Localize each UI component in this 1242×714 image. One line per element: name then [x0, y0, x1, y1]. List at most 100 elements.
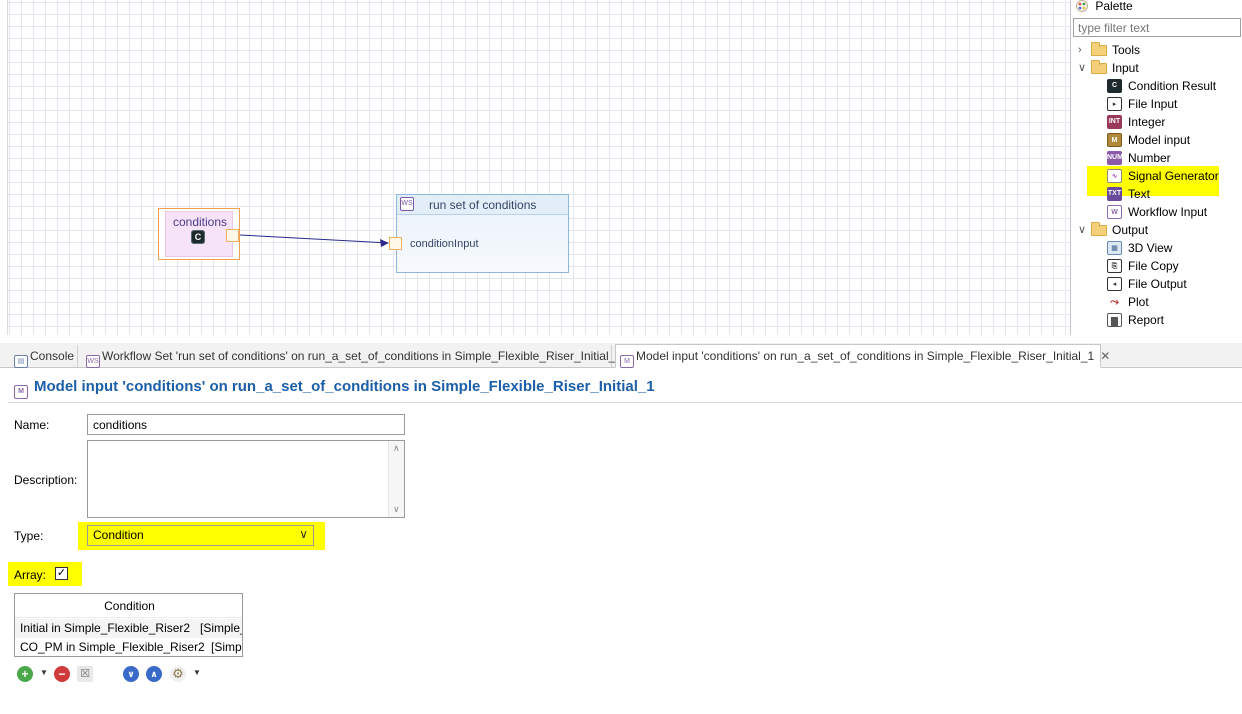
folder-icon — [1091, 42, 1107, 56]
tab-label: Console — [30, 349, 75, 363]
palette-item-label: Workflow Input — [1128, 205, 1208, 219]
folder-icon — [1091, 222, 1107, 236]
title-divider — [8, 402, 1242, 403]
conditions-input-node[interactable]: conditions C — [158, 208, 240, 260]
tab-console[interactable]: ▤ Console — [10, 345, 78, 368]
palette-item-file-copy[interactable]: ⎘ File Copy — [1072, 257, 1242, 275]
canvas-left-ruler — [0, 0, 8, 335]
array-checkbox[interactable]: ✓ — [55, 567, 68, 580]
palette-item-label: Number — [1128, 151, 1171, 165]
palette-icon — [1076, 0, 1088, 12]
palette-item-plot[interactable]: ⤳ Plot — [1072, 293, 1242, 311]
page-title: M Model input 'conditions' on run_a_set_o… — [14, 378, 655, 399]
integer-icon: INT — [1107, 115, 1122, 129]
workflow-canvas[interactable]: conditions C WS run set of conditions co… — [0, 0, 1071, 335]
palette-item-number[interactable]: NUM Number — [1072, 149, 1242, 167]
gear-icon[interactable]: ⚙ — [170, 666, 186, 682]
file-output-icon: ◂ — [1107, 277, 1122, 291]
model-input-icon: M — [620, 355, 634, 368]
text-icon: TXT — [1107, 187, 1122, 201]
scroll-up-icon[interactable]: ∧ — [393, 443, 400, 454]
chevron-down-icon[interactable]: ∨ — [1078, 59, 1088, 77]
palette-item-3d-view[interactable]: ▦ 3D View — [1072, 239, 1242, 257]
connection-line — [239, 234, 389, 247]
condition-input-port[interactable] — [389, 237, 402, 250]
description-scrollbar[interactable]: ∧ ∨ — [388, 441, 404, 517]
workflow-node-title: run set of conditions — [429, 198, 537, 212]
palette-item-integer[interactable]: INT Integer — [1072, 113, 1242, 131]
scroll-down-icon[interactable]: ∨ — [393, 504, 400, 515]
name-label: Name: — [14, 418, 50, 432]
model-input-icon: M — [1107, 133, 1122, 147]
palette-item-label: Plot — [1128, 295, 1149, 309]
conditions-output-port[interactable] — [226, 229, 239, 242]
palette-folder-output[interactable]: ∨ Output — [1072, 221, 1242, 239]
description-label: Description: — [14, 473, 78, 487]
workflow-set-icon: WS — [400, 197, 414, 211]
move-down-button[interactable]: ∨ — [123, 666, 139, 682]
conditions-node-title: conditions — [172, 215, 228, 229]
palette-item-report[interactable]: ▇ Report — [1072, 311, 1242, 329]
table-cell-name: Initial in Simple_Flexible_Riser2 — [20, 621, 191, 635]
add-button[interactable]: + — [17, 666, 33, 682]
table-row[interactable]: CO_PM in Simple_Flexible_Riser2 [Simp — [15, 638, 242, 656]
move-up-button[interactable]: ∧ — [146, 666, 162, 682]
palette-item-text[interactable]: TXT Text — [1072, 185, 1242, 203]
report-icon: ▇ — [1107, 313, 1122, 327]
table-header-condition[interactable]: Condition — [15, 594, 242, 618]
palette-header: Palette — [1072, 0, 1242, 15]
close-icon[interactable]: ✕ — [1100, 349, 1110, 363]
delete-button[interactable]: ☒ — [77, 666, 93, 682]
type-label: Type: — [14, 529, 44, 543]
table-row[interactable]: Initial in Simple_Flexible_Riser2 [Simpl… — [15, 619, 243, 638]
chevron-right-icon[interactable]: › — [1078, 41, 1088, 59]
palette-panel: Palette › Tools ∨ Input C Condition Resu… — [1072, 0, 1242, 335]
description-field[interactable]: ∧ ∨ — [87, 440, 405, 518]
palette-item-label: 3D View — [1128, 241, 1173, 255]
palette-folder-input[interactable]: ∨ Input — [1072, 59, 1242, 77]
palette-item-label: Model input — [1128, 133, 1191, 147]
tab-label: Model input 'conditions' on run_a_set_of… — [636, 349, 1095, 363]
palette-filter-input[interactable] — [1073, 18, 1241, 37]
model-input-icon: M — [14, 385, 28, 399]
settings-dropdown-icon[interactable]: ▼ — [193, 668, 201, 677]
palette-item-file-output[interactable]: ◂ File Output — [1072, 275, 1242, 293]
console-icon: ▤ — [14, 355, 28, 368]
conditions-node-body: conditions C — [165, 211, 233, 257]
workflow-node-header: WS run set of conditions — [397, 195, 568, 215]
model-input-editor: M Model input 'conditions' on run_a_set_o… — [0, 369, 1242, 714]
run-set-of-conditions-node[interactable]: WS run set of conditions conditionInput — [389, 194, 569, 273]
palette-item-label: Text — [1128, 187, 1151, 201]
palette-item-model-input[interactable]: M Model input — [1072, 131, 1242, 149]
chevron-down-icon[interactable]: ∨ — [1078, 221, 1088, 239]
editor-tab-bar: ▤ Console WS Workflow Set 'run set of cond… — [0, 343, 1242, 368]
table-cell-value: [Simple_ — [200, 621, 243, 635]
remove-button[interactable]: − — [54, 666, 70, 682]
condition-table[interactable]: Condition Initial in Simple_Flexible_Ris… — [14, 593, 243, 657]
palette-title: Palette — [1095, 0, 1133, 13]
palette-item-condition-result[interactable]: C Condition Result — [1072, 77, 1242, 95]
tab-workflow-set[interactable]: WS Workflow Set 'run set of conditions' o… — [82, 345, 622, 368]
palette-item-file-input[interactable]: ▸ File Input — [1072, 95, 1242, 113]
palette-item-label: Condition Result — [1128, 79, 1217, 93]
chevron-down-icon[interactable]: ∨ — [299, 527, 308, 541]
palette-item-label: Integer — [1128, 115, 1166, 129]
signal-generator-icon: ∿ — [1107, 169, 1122, 183]
3d-view-icon: ▦ — [1107, 241, 1122, 255]
tab-model-input[interactable]: M Model input 'conditions' on run_a_set_o… — [615, 344, 1110, 368]
palette-item-label: Report — [1128, 313, 1165, 327]
table-cell-name: CO_PM in Simple_Flexible_Riser2 — [20, 640, 205, 654]
file-copy-icon: ⎘ — [1107, 259, 1122, 273]
condition-icon: C — [191, 230, 205, 244]
palette-item-signal-generator[interactable]: ∿ Signal Generator — [1072, 167, 1242, 185]
palette-item-workflow-input[interactable]: W Workflow Input — [1072, 203, 1242, 221]
page-title-text: Model input 'conditions' on run_a_set_of… — [34, 378, 655, 395]
name-field[interactable] — [87, 414, 405, 435]
palette-folder-tools[interactable]: › Tools — [1072, 41, 1242, 59]
add-dropdown-icon[interactable]: ▼ — [40, 668, 48, 677]
tab-label: Workflow Set 'run set of conditions' on … — [102, 349, 622, 363]
palette-folder-label: Output — [1112, 223, 1149, 237]
palette-item-label: File Input — [1128, 97, 1178, 111]
type-select[interactable]: Condition ∨ — [87, 525, 314, 546]
number-icon: NUM — [1107, 151, 1123, 165]
